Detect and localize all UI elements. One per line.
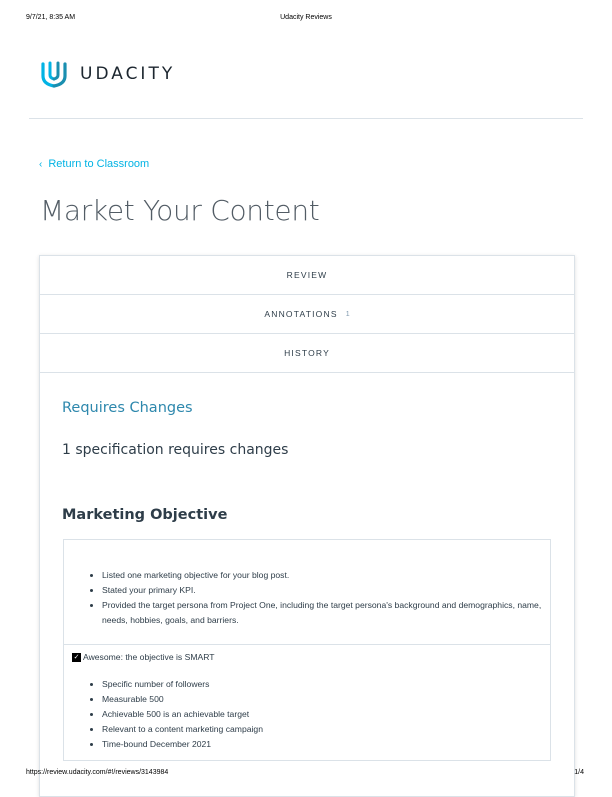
list-item: Relevant to a content marketing campaign: [102, 722, 263, 737]
tab-review[interactable]: REVIEW: [40, 256, 574, 295]
print-url: https://review.udacity.com/#!/reviews/31…: [26, 769, 169, 776]
criteria-box: Listed one marketing objective for your …: [63, 539, 551, 761]
checkbox-checked-icon: ✓: [72, 652, 81, 662]
print-page-number: 1/4: [574, 769, 584, 776]
review-status: Requires Changes: [62, 400, 193, 416]
list-item: Time-bound December 2021: [102, 737, 263, 752]
print-footer: https://review.udacity.com/#!/reviews/31…: [0, 769, 612, 779]
list-item: Achievable 500 is an achievable target: [102, 707, 263, 722]
list-item: Specific number of followers: [102, 677, 263, 692]
print-title: Udacity Reviews: [280, 14, 332, 21]
list-item: Stated your primary KPI.: [102, 583, 542, 598]
list-item: Listed one marketing objective for your …: [102, 568, 542, 583]
smart-list: Specific number of followers Measurable …: [64, 677, 263, 752]
spec-summary: 1 specification requires changes: [62, 442, 289, 458]
section-title: Marketing Objective: [62, 507, 228, 523]
feedback-label: Awesome: the objective is SMART: [83, 652, 215, 662]
page-title: Market Your Content: [40, 194, 320, 227]
criteria-list: Listed one marketing objective for your …: [64, 568, 542, 628]
chevron-left-icon: ‹: [39, 158, 43, 170]
udacity-logo-icon: [41, 61, 67, 88]
return-to-classroom-label: Return to Classroom: [48, 158, 150, 170]
tab-annotations-label: ANNOTATIONS: [264, 309, 338, 319]
tab-history-label: HISTORY: [284, 348, 330, 358]
logo-text: UDACITY: [80, 64, 176, 84]
return-to-classroom-link[interactable]: ‹ Return to Classroom: [39, 158, 149, 170]
annotations-count-badge: 1: [345, 310, 350, 318]
list-item: Provided the target persona from Project…: [102, 598, 542, 628]
tab-review-label: REVIEW: [286, 270, 328, 280]
list-item: Measurable 500: [102, 692, 263, 707]
tab-annotations[interactable]: ANNOTATIONS 1: [40, 295, 574, 334]
udacity-logo[interactable]: UDACITY: [40, 60, 175, 88]
feedback-line: ✓ Awesome: the objective is SMART: [72, 652, 215, 662]
criteria-divider: [64, 644, 550, 645]
tab-history[interactable]: HISTORY: [40, 334, 574, 373]
print-header: 9/7/21, 8:35 AM Udacity Reviews: [0, 14, 612, 24]
review-card: REVIEW ANNOTATIONS 1 HISTORY Requires Ch…: [39, 255, 575, 797]
header-divider: [29, 118, 583, 119]
